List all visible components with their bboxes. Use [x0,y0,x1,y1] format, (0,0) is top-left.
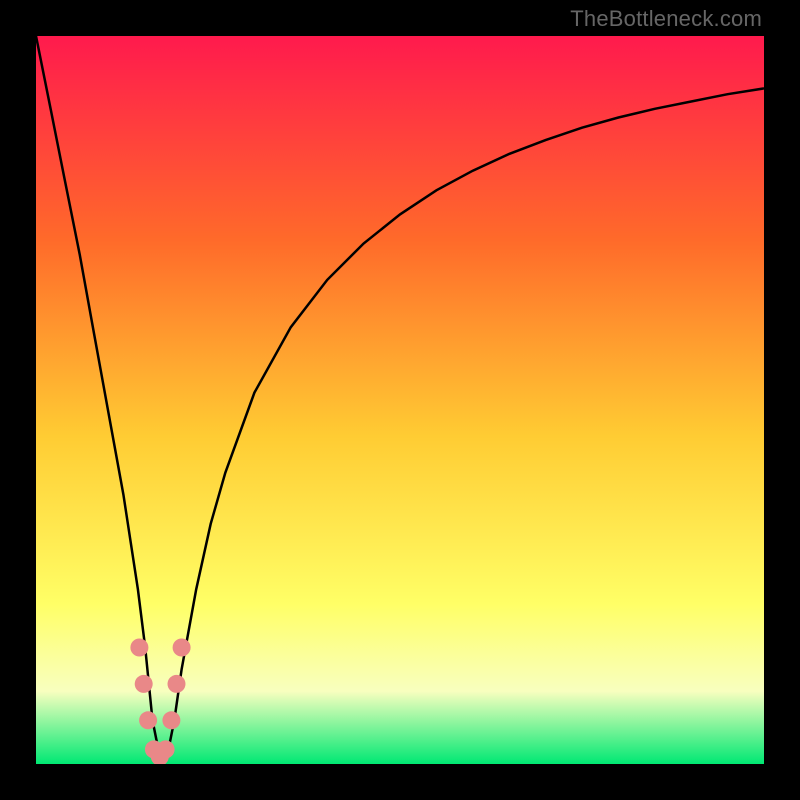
curve-marker [157,740,175,758]
chart-area [36,36,764,764]
curve-marker [135,675,153,693]
curve-marker [139,711,157,729]
curve-marker [130,639,148,657]
curve-marker [162,711,180,729]
curve-marker [173,639,191,657]
chart-svg [36,36,764,764]
curve-marker [168,675,186,693]
watermark-text: TheBottleneck.com [570,6,762,32]
